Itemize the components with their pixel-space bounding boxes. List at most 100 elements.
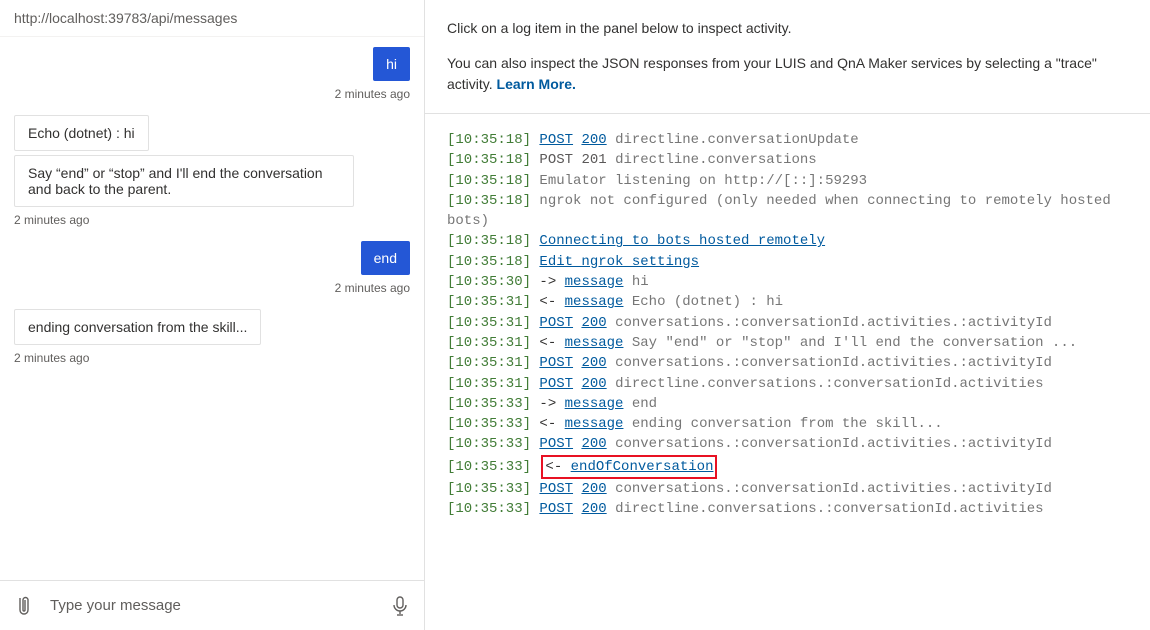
log-line[interactable]: [10:35:18] Connecting to bots hosted rem… [447,231,1128,251]
log-link[interactable]: 200 [581,132,606,148]
log-line[interactable]: [10:35:31] POST 200 conversations.:conve… [447,313,1128,333]
log-text: directline.conversations.:conversationId… [615,376,1043,392]
log-link[interactable]: Edit ngrok settings [539,254,699,270]
log-text: Say "end" or "stop" and I'll end the con… [632,335,1077,351]
inspector-instructions: Click on a log item in the panel below t… [425,0,1150,114]
log-line[interactable]: [10:35:33] POST 200 conversations.:conve… [447,479,1128,499]
log-link[interactable]: 200 [581,436,606,452]
log-direction-arrow: <- [545,459,570,475]
instruction-line-1: Click on a log item in the panel below t… [447,18,1128,39]
log-line[interactable]: [10:35:33] <- endOfConversation [447,455,1128,479]
message-timestamp: 2 minutes ago [14,351,410,365]
log-text: conversations.:conversationId.activities… [615,436,1052,452]
log-text: directline.conversationUpdate [615,132,859,148]
log-line[interactable]: [10:35:31] <- message Echo (dotnet) : hi [447,292,1128,312]
log-timestamp: [10:35:33] [447,396,531,412]
log-text: POST [539,152,581,168]
log-timestamp: [10:35:18] [447,152,531,168]
log-line[interactable]: [10:35:18] ngrok not configured (only ne… [447,191,1128,232]
highlighted-log-entry: <- endOfConversation [541,455,717,479]
log-link[interactable]: 200 [581,355,606,371]
log-link[interactable]: POST [539,315,573,331]
log-link[interactable]: POST [539,376,573,392]
activity-log[interactable]: [10:35:18] POST 200 directline.conversat… [425,114,1150,630]
attach-icon[interactable] [12,594,36,618]
log-timestamp: [10:35:33] [447,416,531,432]
log-timestamp: [10:35:18] [447,132,531,148]
log-link[interactable]: Connecting to bots hosted remotely [539,233,825,249]
log-line[interactable]: [10:35:33] -> message end [447,394,1128,414]
log-text: directline.conversations [615,152,817,168]
message-bubble: ending conversation from the skill... [14,309,261,345]
log-link[interactable]: message [565,396,624,412]
log-line[interactable]: [10:35:18] POST 200 directline.conversat… [447,130,1128,150]
log-link[interactable]: message [565,335,624,351]
log-direction-arrow: <- [539,294,564,310]
log-line[interactable]: [10:35:31] POST 200 directline.conversat… [447,374,1128,394]
bot-message[interactable]: Say “end” or “stop” and I'll end the con… [14,155,410,207]
log-link[interactable]: 200 [581,481,606,497]
log-link[interactable]: POST [539,355,573,371]
message-timestamp: 2 minutes ago [14,281,410,295]
log-text: ending conversation from the skill... [632,416,943,432]
log-text: hi [632,274,649,290]
log-timestamp: [10:35:33] [447,501,531,517]
message-input-row [0,580,424,630]
log-timestamp: [10:35:18] [447,233,531,249]
log-timestamp: [10:35:31] [447,294,531,310]
log-direction-arrow: <- [539,416,564,432]
log-text: conversations.:conversationId.activities… [615,355,1052,371]
endpoint-url: http://localhost:39783/api/messages [0,0,424,37]
message-timestamp: 2 minutes ago [14,87,410,101]
log-link[interactable]: 200 [581,501,606,517]
log-direction-arrow: -> [539,274,564,290]
log-link[interactable]: 200 [581,376,606,392]
log-link[interactable]: POST [539,436,573,452]
log-link[interactable]: endOfConversation [571,459,714,475]
log-line[interactable]: [10:35:33] POST 200 conversations.:conve… [447,434,1128,454]
message-bubble: Say “end” or “stop” and I'll end the con… [14,155,354,207]
log-link[interactable]: 200 [581,315,606,331]
instruction-line-2: You can also inspect the JSON responses … [447,53,1128,95]
log-text: Echo (dotnet) : hi [632,294,783,310]
log-text: end [632,396,657,412]
log-line[interactable]: [10:35:31] POST 200 conversations.:conve… [447,353,1128,373]
bot-message[interactable]: Echo (dotnet) : hi [14,115,410,151]
log-link[interactable]: POST [539,501,573,517]
log-line[interactable]: [10:35:33] POST 200 directline.conversat… [447,499,1128,519]
microphone-icon[interactable] [388,594,412,618]
log-timestamp: [10:35:31] [447,355,531,371]
log-timestamp: [10:35:18] [447,254,531,270]
log-text: directline.conversations.:conversationId… [615,501,1043,517]
user-message[interactable]: hi [14,47,410,81]
log-text: conversations.:conversationId.activities… [615,315,1052,331]
log-direction-arrow: -> [539,396,564,412]
log-line[interactable]: [10:35:18] Emulator listening on http://… [447,171,1128,191]
log-timestamp: [10:35:18] [447,193,531,209]
log-link[interactable]: message [565,416,624,432]
message-bubble: Echo (dotnet) : hi [14,115,149,151]
log-line[interactable]: [10:35:33] <- message ending conversatio… [447,414,1128,434]
log-timestamp: [10:35:30] [447,274,531,290]
log-text: 201 [581,152,606,168]
user-message[interactable]: end [14,241,410,275]
log-link[interactable]: POST [539,481,573,497]
log-line[interactable]: [10:35:18] POST 201 directline.conversat… [447,150,1128,170]
log-line[interactable]: [10:35:18] Edit ngrok settings [447,252,1128,272]
chat-transcript[interactable]: hi 2 minutes ago Echo (dotnet) : hi Say “en… [0,37,424,580]
log-line[interactable]: [10:35:31] <- message Say "end" or "stop… [447,333,1128,353]
log-text: ngrok not configured (only needed when c… [447,193,1119,229]
log-text: Emulator listening on http://[::]:59293 [539,173,867,189]
bot-message[interactable]: ending conversation from the skill... [14,309,410,345]
log-timestamp: [10:35:33] [447,481,531,497]
inspector-panel: Click on a log item in the panel below t… [425,0,1150,630]
message-input[interactable] [46,589,378,622]
learn-more-link[interactable]: Learn More. [497,76,576,92]
log-direction-arrow: <- [539,335,564,351]
log-timestamp: [10:35:33] [447,459,531,475]
log-link[interactable]: message [565,294,624,310]
log-text: conversations.:conversationId.activities… [615,481,1052,497]
log-link[interactable]: POST [539,132,573,148]
log-link[interactable]: message [565,274,624,290]
log-line[interactable]: [10:35:30] -> message hi [447,272,1128,292]
